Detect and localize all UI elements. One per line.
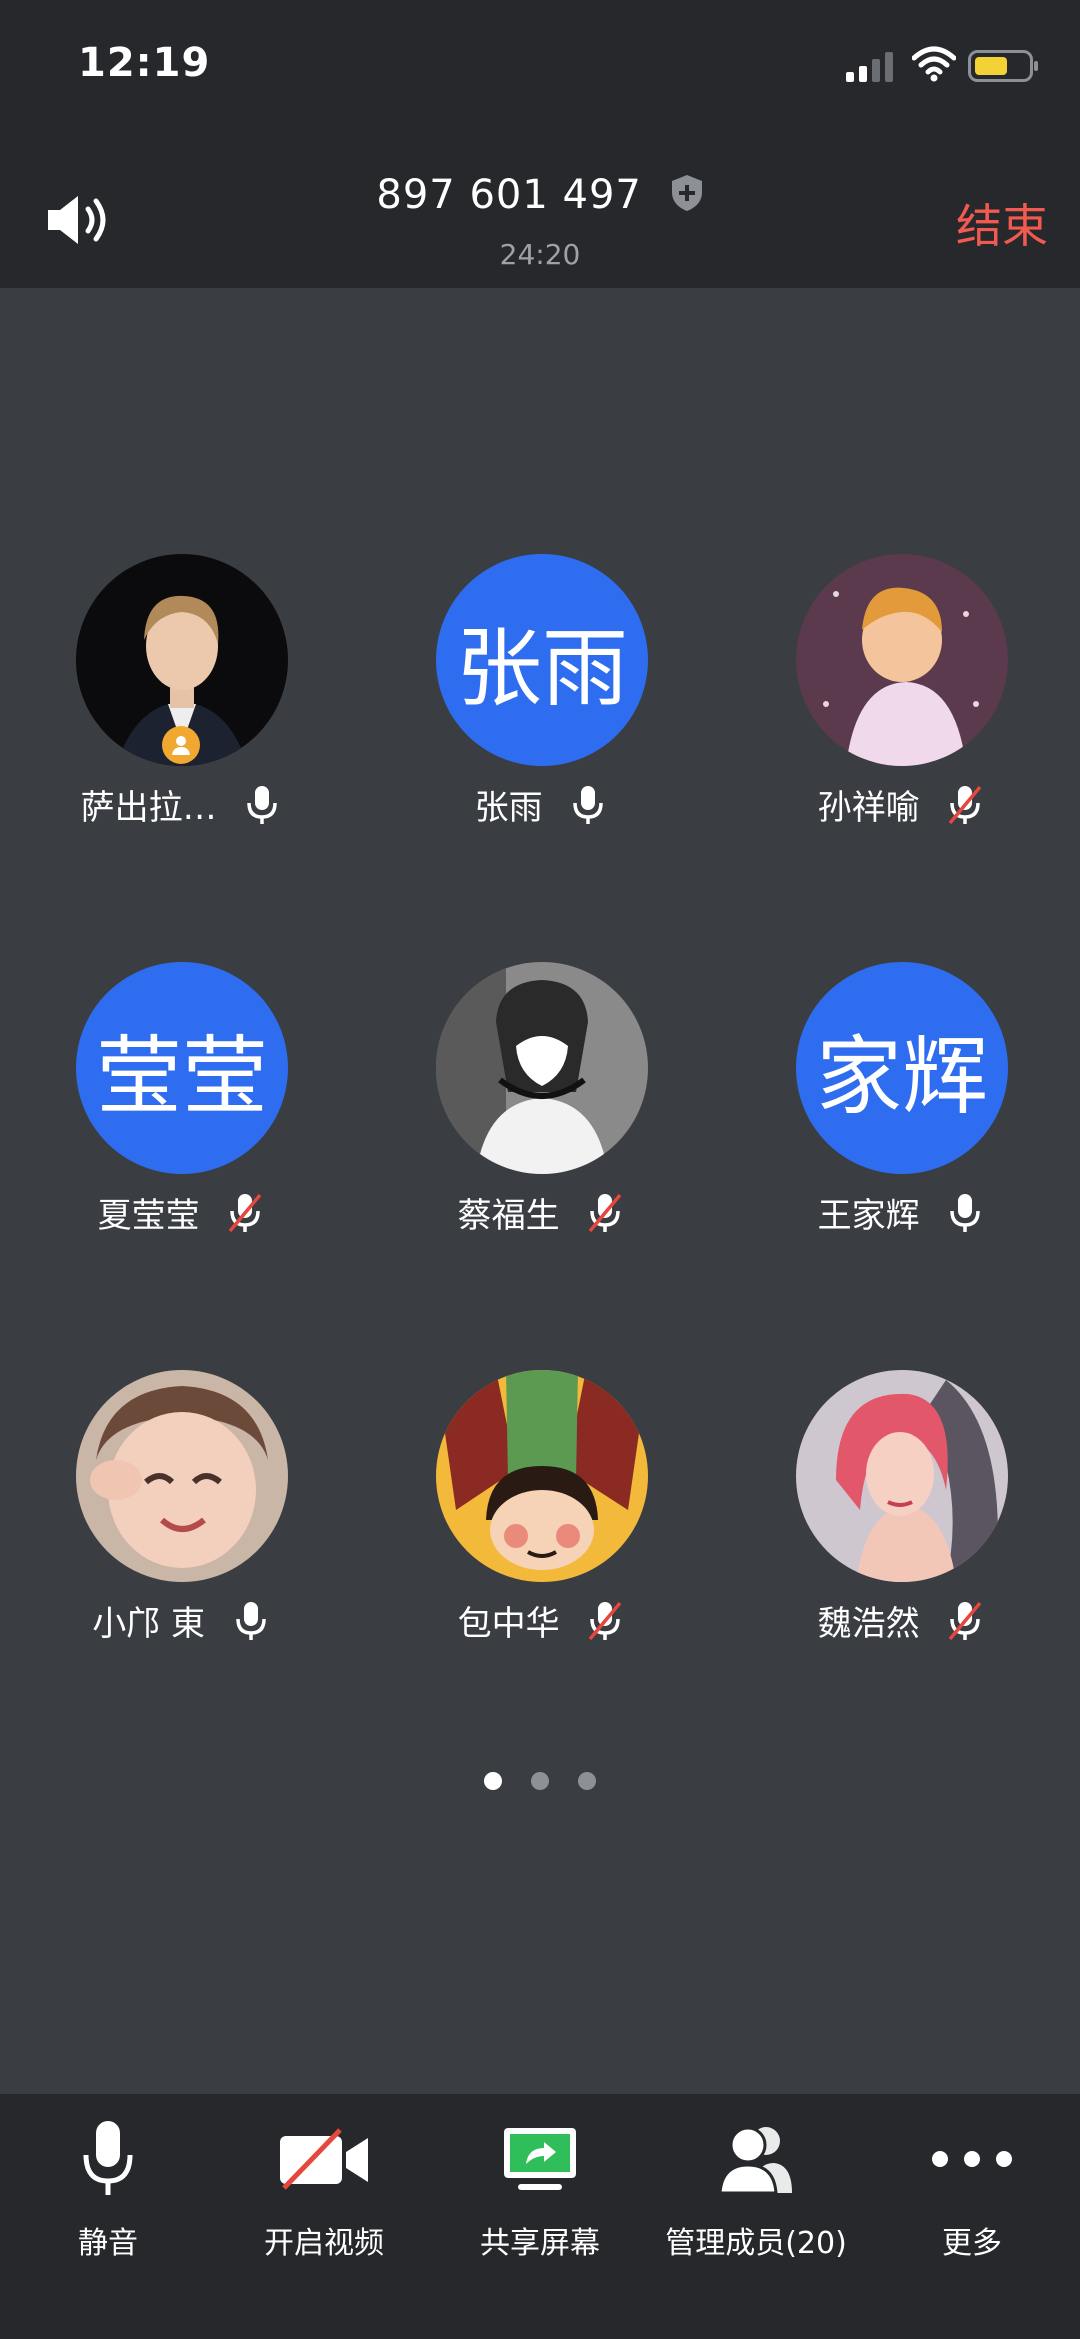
mic-muted-icon	[949, 1601, 982, 1641]
mic-muted-icon	[589, 1601, 622, 1641]
start-video-label: 开启视频	[264, 2226, 384, 2261]
participant-label: 包中华	[360, 1596, 720, 1645]
mic-on-icon	[573, 786, 604, 824]
status-time: 12:19	[78, 40, 211, 86]
participant-tile[interactable]: 孙祥喻	[720, 548, 1080, 868]
participant-tile[interactable]: 家辉 王家辉	[720, 956, 1080, 1276]
participant-tile[interactable]: 魏浩然	[720, 1364, 1080, 1684]
end-meeting-button[interactable]: 结束	[956, 190, 1048, 256]
participant-label: 小邝 東	[0, 1596, 360, 1645]
start-video-button[interactable]: 开启视频	[216, 2114, 432, 2262]
mic-muted-icon	[949, 785, 982, 825]
page-indicator[interactable]	[0, 1772, 1080, 1794]
participant-label: 夏莹莹	[0, 1188, 360, 1237]
page-dot[interactable]	[531, 1772, 549, 1790]
participant-tile[interactable]: 小邝 東	[0, 1364, 360, 1684]
participant-name: 包中华	[457, 1604, 560, 1644]
participant-label: 王家辉	[720, 1188, 1080, 1237]
participant-tile[interactable]: 蔡福生	[360, 956, 720, 1276]
host-badge	[162, 726, 200, 764]
participant-name: 夏莹莹	[97, 1196, 200, 1236]
manage-members-button[interactable]: 管理成员(20)	[648, 2114, 864, 2262]
participant-tile[interactable]: 萨出拉…	[0, 548, 360, 868]
participant-label: 萨出拉…	[0, 780, 360, 829]
participant-name: 王家辉	[817, 1196, 920, 1236]
battery-icon	[968, 50, 1038, 82]
top-bar: 12:19 897 601 497 24:20 结束	[0, 0, 1080, 288]
more-label: 更多	[942, 2226, 1002, 2261]
share-screen-label: 共享屏幕	[480, 2226, 600, 2261]
share-screen-icon	[504, 2128, 576, 2190]
avatar: 家辉	[796, 962, 1008, 1174]
participant-name: 孙祥喻	[817, 788, 920, 828]
participant-label: 孙祥喻	[720, 780, 1080, 829]
participant-name: 小邝 東	[92, 1604, 205, 1644]
participant-name: 蔡福生	[457, 1196, 560, 1236]
avatar	[436, 1370, 648, 1582]
mute-label: 静音	[78, 2226, 138, 2261]
avatar	[76, 1370, 288, 1582]
meeting-id-text: 897 601 497	[376, 172, 642, 218]
participant-tile[interactable]: 包中华	[360, 1364, 720, 1684]
host-icon	[172, 736, 190, 755]
participant-name: 萨出拉…	[80, 788, 217, 828]
mute-button[interactable]: 静音	[0, 2114, 216, 2262]
meeting-id[interactable]: 897 601 497	[0, 172, 1080, 218]
mic-on-icon	[247, 786, 278, 824]
participant-label: 魏浩然	[720, 1596, 1080, 1645]
participant-label: 张雨	[360, 780, 720, 829]
wifi-icon	[912, 46, 956, 82]
more-button[interactable]: 更多	[864, 2114, 1080, 2262]
more-icon	[932, 2151, 1012, 2167]
video-off-icon	[280, 2128, 368, 2190]
page-dot-active[interactable]	[483, 1772, 502, 1790]
participant-label: 蔡福生	[360, 1188, 720, 1237]
avatar	[796, 554, 1008, 766]
avatar	[796, 1370, 1008, 1582]
microphone-icon	[83, 2121, 133, 2195]
shield-icon	[671, 175, 702, 211]
mic-muted-icon	[589, 1193, 622, 1233]
avatar: 张雨	[436, 554, 648, 766]
page-dot[interactable]	[578, 1772, 597, 1790]
participant-name: 魏浩然	[817, 1604, 920, 1644]
signal-icon	[846, 52, 893, 82]
mic-on-icon	[236, 1602, 266, 1640]
members-icon	[718, 2126, 792, 2195]
participant-name: 张雨	[474, 788, 543, 828]
share-screen-button[interactable]: 共享屏幕	[432, 2114, 648, 2262]
manage-members-label: 管理成员(20)	[665, 2226, 847, 2261]
mic-on-icon	[950, 1194, 981, 1232]
meeting-duration: 24:20	[499, 238, 581, 271]
avatar	[436, 962, 648, 1174]
avatar: 莹莹	[76, 962, 288, 1174]
bottom-toolbar: 静音 开启视频 共享屏幕 管理成员(20) 更多	[0, 2094, 1080, 2339]
participant-tile[interactable]: 张雨 张雨	[360, 548, 720, 868]
mic-muted-icon	[229, 1193, 262, 1233]
participant-tile[interactable]: 莹莹 夏莹莹	[0, 956, 360, 1276]
